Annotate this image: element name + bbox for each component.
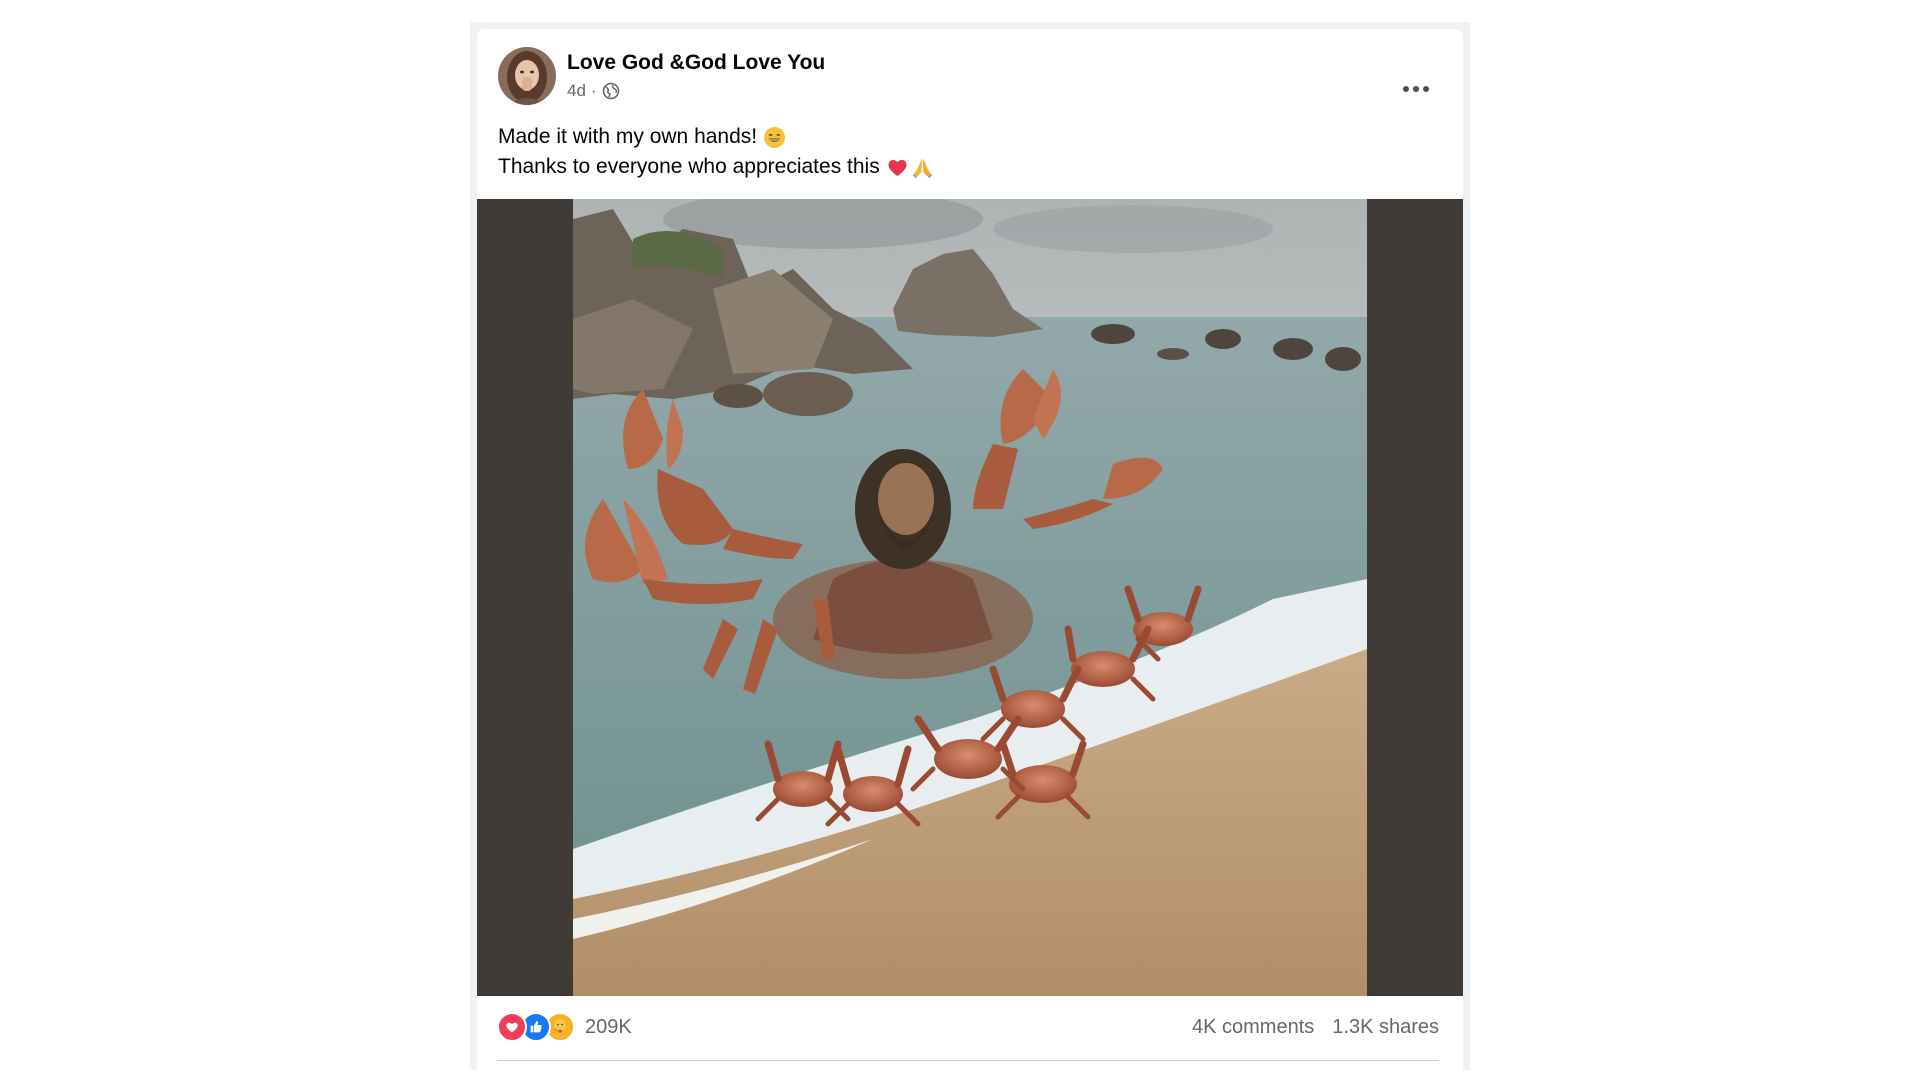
post-stats: 4K comments 1.3K shares [1192,1016,1439,1039]
post-timestamp[interactable]: 4d [567,81,586,101]
post-caption: Made it with my own hands! Thanks to eve… [498,122,1428,182]
reaction-count: 209K [585,1015,632,1038]
caption-text: Made it with my own hands! [498,125,758,148]
globe-icon[interactable] [602,82,620,100]
footer-divider [497,1060,1439,1061]
post-meta: 4d · [567,80,620,102]
more-options-button[interactable] [1399,81,1433,97]
folded-hands-emoji-icon [911,156,934,179]
author-name[interactable]: Love God &God Love You [567,51,825,75]
caption-line: Made it with my own hands! [498,122,1428,152]
post-card: Love God &God Love You 4d · Made it with… [477,29,1463,1070]
reactions-summary[interactable]: 209K [497,1012,632,1042]
caption-text: Thanks to everyone who appreciates this [498,155,880,178]
caption-line: Thanks to everyone who appreciates this [498,152,1428,182]
more-dot-icon [1403,86,1409,92]
red-heart-emoji-icon [886,156,909,179]
post-image[interactable] [477,199,1463,996]
meta-separator: · [590,81,597,100]
shares-count-link[interactable]: 1.3K shares [1332,1016,1439,1039]
post-header: Love God &God Love You 4d · [477,29,1463,113]
more-dot-icon [1423,86,1429,92]
author-avatar[interactable] [498,47,556,105]
post-footer: 209K 4K comments 1.3K shares [477,996,1463,1070]
more-dot-icon [1413,86,1419,92]
love-reaction-icon [497,1012,527,1042]
comments-count-link[interactable]: 4K comments [1192,1016,1314,1039]
feed-background: Love God &God Love You 4d · Made it with… [470,22,1470,1070]
grinning-face-emoji-icon [763,126,786,149]
crab-statue-beach-illustration [573,199,1367,996]
